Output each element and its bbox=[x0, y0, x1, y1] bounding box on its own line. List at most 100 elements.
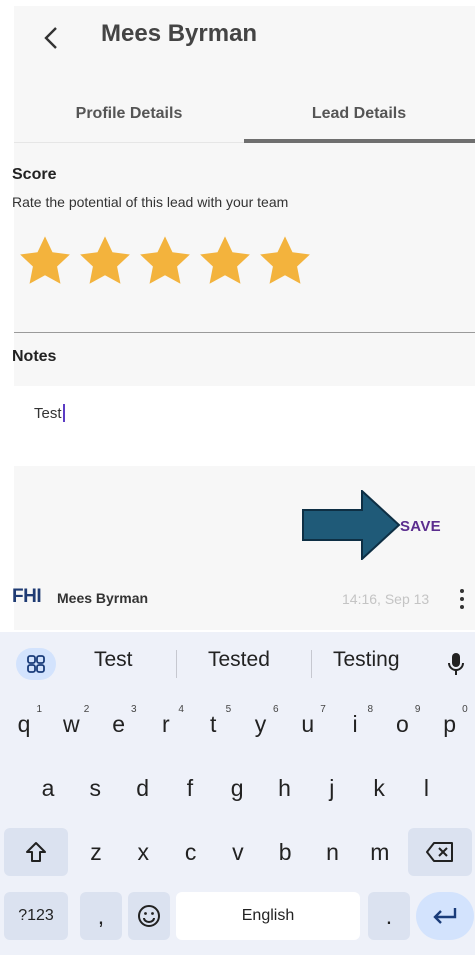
message-timestamp: 14:16, Sep 13 bbox=[342, 591, 430, 607]
key-number-hint: 3 bbox=[131, 704, 137, 715]
key-label: x bbox=[137, 838, 150, 865]
key-label: r bbox=[162, 710, 170, 737]
key-number-hint: 9 bbox=[414, 704, 421, 715]
suggestion-item[interactable]: Tested bbox=[208, 648, 270, 672]
suggestion-divider bbox=[311, 650, 312, 678]
letter-key[interactable]: v bbox=[216, 828, 260, 876]
shift-icon bbox=[26, 842, 46, 862]
letter-key[interactable]: e3 bbox=[97, 700, 141, 748]
key-label: g bbox=[230, 774, 244, 801]
letter-key[interactable]: c bbox=[169, 828, 213, 876]
letter-key[interactable]: i8 bbox=[333, 700, 377, 748]
emoji-icon bbox=[138, 905, 160, 927]
letter-key[interactable]: q1 bbox=[2, 700, 46, 748]
key-label: q bbox=[17, 710, 31, 737]
message-row: FHI Mees Byrman 14:16, Sep 13 bbox=[12, 574, 475, 624]
letter-key[interactable]: p0 bbox=[428, 700, 472, 748]
fhi-logo: FHI bbox=[12, 586, 42, 607]
enter-key[interactable] bbox=[416, 892, 474, 940]
suggestion-bar: Test Tested Testing bbox=[0, 632, 475, 694]
key-label: c bbox=[184, 838, 197, 865]
suggestion-item[interactable]: Testing bbox=[333, 648, 400, 672]
key-label: z bbox=[90, 838, 102, 865]
comma-key[interactable]: , bbox=[80, 892, 122, 940]
key-label: l bbox=[423, 774, 429, 801]
more-options-button[interactable] bbox=[454, 582, 470, 616]
notes-heading: Notes bbox=[12, 348, 57, 365]
star-icon[interactable] bbox=[135, 232, 195, 290]
letter-key[interactable]: k bbox=[357, 764, 401, 812]
key-label: k bbox=[373, 774, 385, 801]
letter-key[interactable]: y6 bbox=[239, 700, 283, 748]
emoji-key[interactable] bbox=[128, 892, 170, 940]
key-label: i bbox=[352, 710, 358, 737]
letter-key[interactable]: m bbox=[358, 828, 402, 876]
letter-key[interactable]: n bbox=[311, 828, 355, 876]
star-icon[interactable] bbox=[195, 232, 255, 290]
key-number-hint: 5 bbox=[225, 704, 232, 715]
backspace-icon bbox=[426, 842, 453, 862]
key-label: v bbox=[232, 838, 244, 865]
key-label: m bbox=[370, 838, 390, 865]
microphone-icon bbox=[448, 653, 464, 675]
section-divider bbox=[14, 332, 475, 333]
key-number-hint: 7 bbox=[320, 704, 326, 715]
letter-key[interactable]: r4 bbox=[144, 700, 188, 748]
score-heading: Score bbox=[12, 166, 57, 183]
notes-value: Test bbox=[34, 404, 62, 422]
tab-lead-details[interactable]: Lead Details bbox=[244, 86, 474, 142]
more-vert-icon bbox=[460, 589, 464, 593]
tab-profile-details[interactable]: Profile Details bbox=[14, 86, 244, 142]
letter-key[interactable]: t5 bbox=[191, 700, 235, 748]
key-label: f bbox=[186, 774, 194, 801]
letter-key[interactable]: s bbox=[73, 764, 117, 812]
symbols-key[interactable]: ?123 bbox=[4, 892, 68, 940]
star-icon[interactable] bbox=[255, 232, 315, 290]
letter-key[interactable]: f bbox=[168, 764, 212, 812]
letter-key[interactable]: l bbox=[404, 764, 448, 812]
key-label: y bbox=[254, 710, 267, 737]
save-button[interactable]: SAVE bbox=[400, 518, 441, 535]
key-label: n bbox=[326, 838, 339, 865]
soft-keyboard: Test Tested Testing ?123 , English . q 1… bbox=[0, 632, 475, 955]
chevron-left-icon bbox=[44, 27, 57, 49]
letter-key[interactable]: d bbox=[121, 764, 165, 812]
letter-key[interactable]: o9 bbox=[380, 700, 424, 748]
keyboard-menu-button[interactable] bbox=[16, 648, 56, 680]
letter-key[interactable]: j bbox=[310, 764, 354, 812]
star-icon[interactable] bbox=[75, 232, 135, 290]
shift-key[interactable] bbox=[4, 828, 68, 876]
letter-key[interactable]: w2 bbox=[49, 700, 93, 748]
letter-key[interactable]: x bbox=[121, 828, 165, 876]
key-label: s bbox=[89, 774, 102, 801]
back-button[interactable] bbox=[36, 18, 66, 58]
letter-key[interactable]: a bbox=[26, 764, 70, 812]
backspace-key[interactable] bbox=[408, 828, 472, 876]
space-key[interactable]: English bbox=[176, 892, 360, 940]
app-header: Mees Byrman bbox=[14, 6, 475, 68]
letter-key[interactable]: u7 bbox=[286, 700, 330, 748]
letter-key[interactable]: z bbox=[74, 828, 118, 876]
text-cursor bbox=[62, 404, 65, 422]
score-description: Rate the potential of this lead with you… bbox=[12, 194, 289, 210]
letter-key[interactable]: g bbox=[215, 764, 259, 812]
key-label: o bbox=[395, 710, 409, 737]
star-rating bbox=[15, 232, 315, 290]
key-number-hint: 1 bbox=[36, 704, 42, 715]
key-label: e bbox=[112, 710, 125, 737]
key-label: b bbox=[278, 838, 292, 865]
period-key[interactable]: . bbox=[368, 892, 410, 940]
key-label: p bbox=[443, 710, 457, 737]
key-number-hint: 6 bbox=[272, 704, 279, 715]
key-label: d bbox=[136, 774, 149, 801]
page-title: Mees Byrman bbox=[101, 20, 258, 47]
key-number-hint: 2 bbox=[83, 704, 90, 715]
star-icon[interactable] bbox=[15, 232, 75, 290]
arrow-right-icon bbox=[302, 490, 401, 560]
microphone-button[interactable] bbox=[440, 646, 472, 682]
notes-input[interactable]: Test bbox=[14, 386, 475, 466]
letter-key[interactable]: h bbox=[263, 764, 307, 812]
suggestion-item[interactable]: Test bbox=[94, 648, 133, 672]
letter-key[interactable]: b bbox=[263, 828, 307, 876]
key-label: h bbox=[278, 774, 291, 801]
